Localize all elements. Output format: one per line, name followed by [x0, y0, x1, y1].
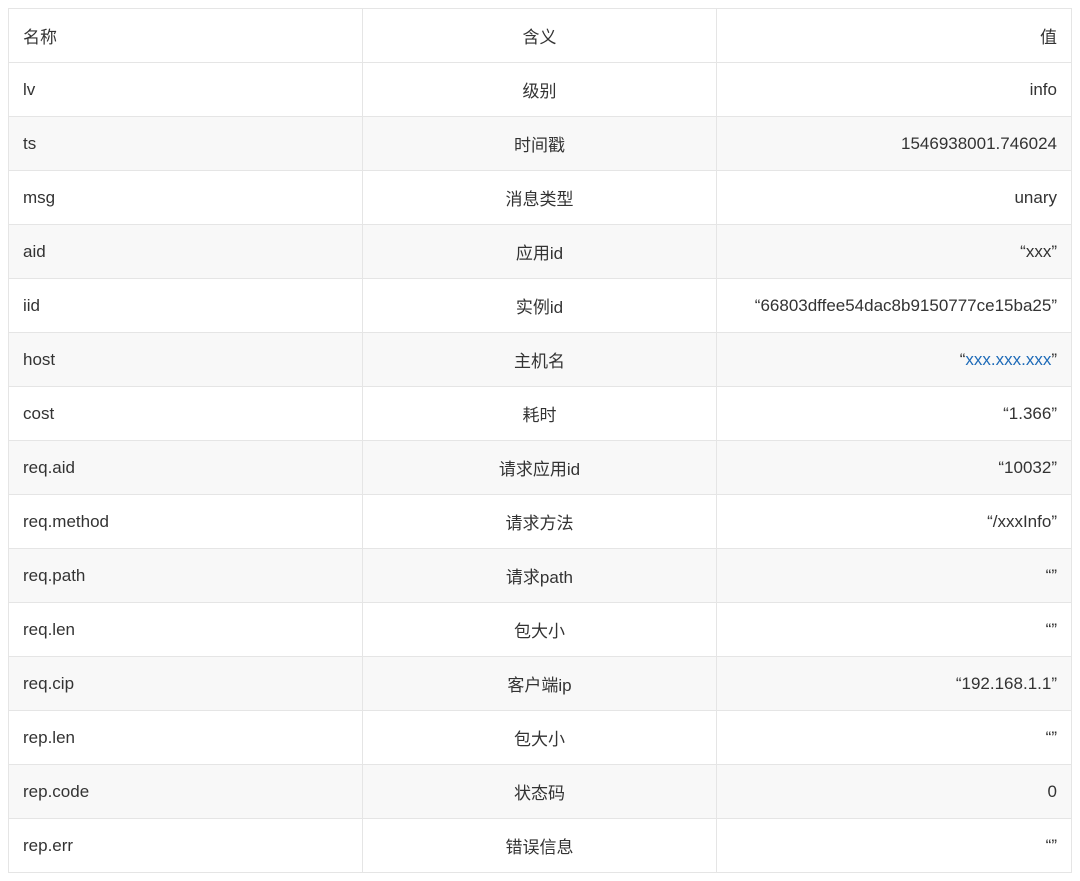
cell-meaning: 包大小 [362, 711, 716, 765]
host-link[interactable]: xxx.xxx.xxx [965, 350, 1051, 369]
table-row: aid应用id“xxx” [9, 225, 1072, 279]
cell-meaning: 主机名 [362, 333, 716, 387]
cell-meaning: 应用id [362, 225, 716, 279]
cell-value: “” [716, 603, 1071, 657]
cell-value-text: 1.366 [1009, 404, 1052, 423]
table-row: req.aid请求应用id“10032” [9, 441, 1072, 495]
cell-name: rep.code [9, 765, 363, 819]
cell-meaning: 客户端ip [362, 657, 716, 711]
cell-meaning: 包大小 [362, 603, 716, 657]
cell-value: “66803dffee54dac8b9150777ce15ba25” [716, 279, 1071, 333]
table-row: req.len包大小“” [9, 603, 1072, 657]
cell-name: cost [9, 387, 363, 441]
cell-meaning: 级别 [362, 63, 716, 117]
cell-name: host [9, 333, 363, 387]
cell-meaning: 消息类型 [362, 171, 716, 225]
header-value: 值 [716, 9, 1071, 63]
cell-value-text: 66803dffee54dac8b9150777ce15ba25 [760, 296, 1051, 315]
cell-value: 1546938001.746024 [716, 117, 1071, 171]
cell-name: req.method [9, 495, 363, 549]
table-row: req.path请求path“” [9, 549, 1072, 603]
cell-value: “xxx.xxx.xxx” [716, 333, 1071, 387]
table-row: req.cip客户端ip“192.168.1.1” [9, 657, 1072, 711]
table-row: rep.err错误信息“” [9, 819, 1072, 873]
table-row: req.method请求方法“/xxxInfo” [9, 495, 1072, 549]
cell-meaning: 请求应用id [362, 441, 716, 495]
cell-value: “/xxxInfo” [716, 495, 1071, 549]
cell-name: msg [9, 171, 363, 225]
header-name: 名称 [9, 9, 363, 63]
cell-meaning: 错误信息 [362, 819, 716, 873]
cell-name: req.cip [9, 657, 363, 711]
cell-value: “” [716, 549, 1071, 603]
cell-name: rep.err [9, 819, 363, 873]
table-row: msg消息类型unary [9, 171, 1072, 225]
header-meaning: 含义 [362, 9, 716, 63]
cell-name: rep.len [9, 711, 363, 765]
cell-meaning: 耗时 [362, 387, 716, 441]
cell-value: unary [716, 171, 1071, 225]
cell-value: “10032” [716, 441, 1071, 495]
cell-value: “” [716, 711, 1071, 765]
cell-value: “192.168.1.1” [716, 657, 1071, 711]
table-row: rep.len包大小“” [9, 711, 1072, 765]
table-row: ts时间戳1546938001.746024 [9, 117, 1072, 171]
cell-value: “” [716, 819, 1071, 873]
cell-meaning: 时间戳 [362, 117, 716, 171]
cell-name: ts [9, 117, 363, 171]
cell-meaning: 请求方法 [362, 495, 716, 549]
table-row: rep.code状态码0 [9, 765, 1072, 819]
cell-value: 0 [716, 765, 1071, 819]
cell-value-text: 10032 [1004, 458, 1051, 477]
table-row: lv级别info [9, 63, 1072, 117]
cell-meaning: 请求path [362, 549, 716, 603]
cell-value: “xxx” [716, 225, 1071, 279]
cell-name: aid [9, 225, 363, 279]
cell-value-text: /xxxInfo [993, 512, 1052, 531]
table-row: host主机名“xxx.xxx.xxx” [9, 333, 1072, 387]
cell-name: req.aid [9, 441, 363, 495]
table-row: iid实例id“66803dffee54dac8b9150777ce15ba25… [9, 279, 1072, 333]
log-fields-table: 名称 含义 值 lv级别infots时间戳1546938001.746024ms… [8, 8, 1072, 873]
cell-name: req.path [9, 549, 363, 603]
cell-name: lv [9, 63, 363, 117]
cell-value: info [716, 63, 1071, 117]
table-header-row: 名称 含义 值 [9, 9, 1072, 63]
cell-value-text: 192.168.1.1 [962, 674, 1052, 693]
cell-name: req.len [9, 603, 363, 657]
table-row: cost耗时“1.366” [9, 387, 1072, 441]
cell-value-text: xxx [1026, 242, 1052, 261]
cell-meaning: 状态码 [362, 765, 716, 819]
cell-value: “1.366” [716, 387, 1071, 441]
cell-meaning: 实例id [362, 279, 716, 333]
cell-name: iid [9, 279, 363, 333]
